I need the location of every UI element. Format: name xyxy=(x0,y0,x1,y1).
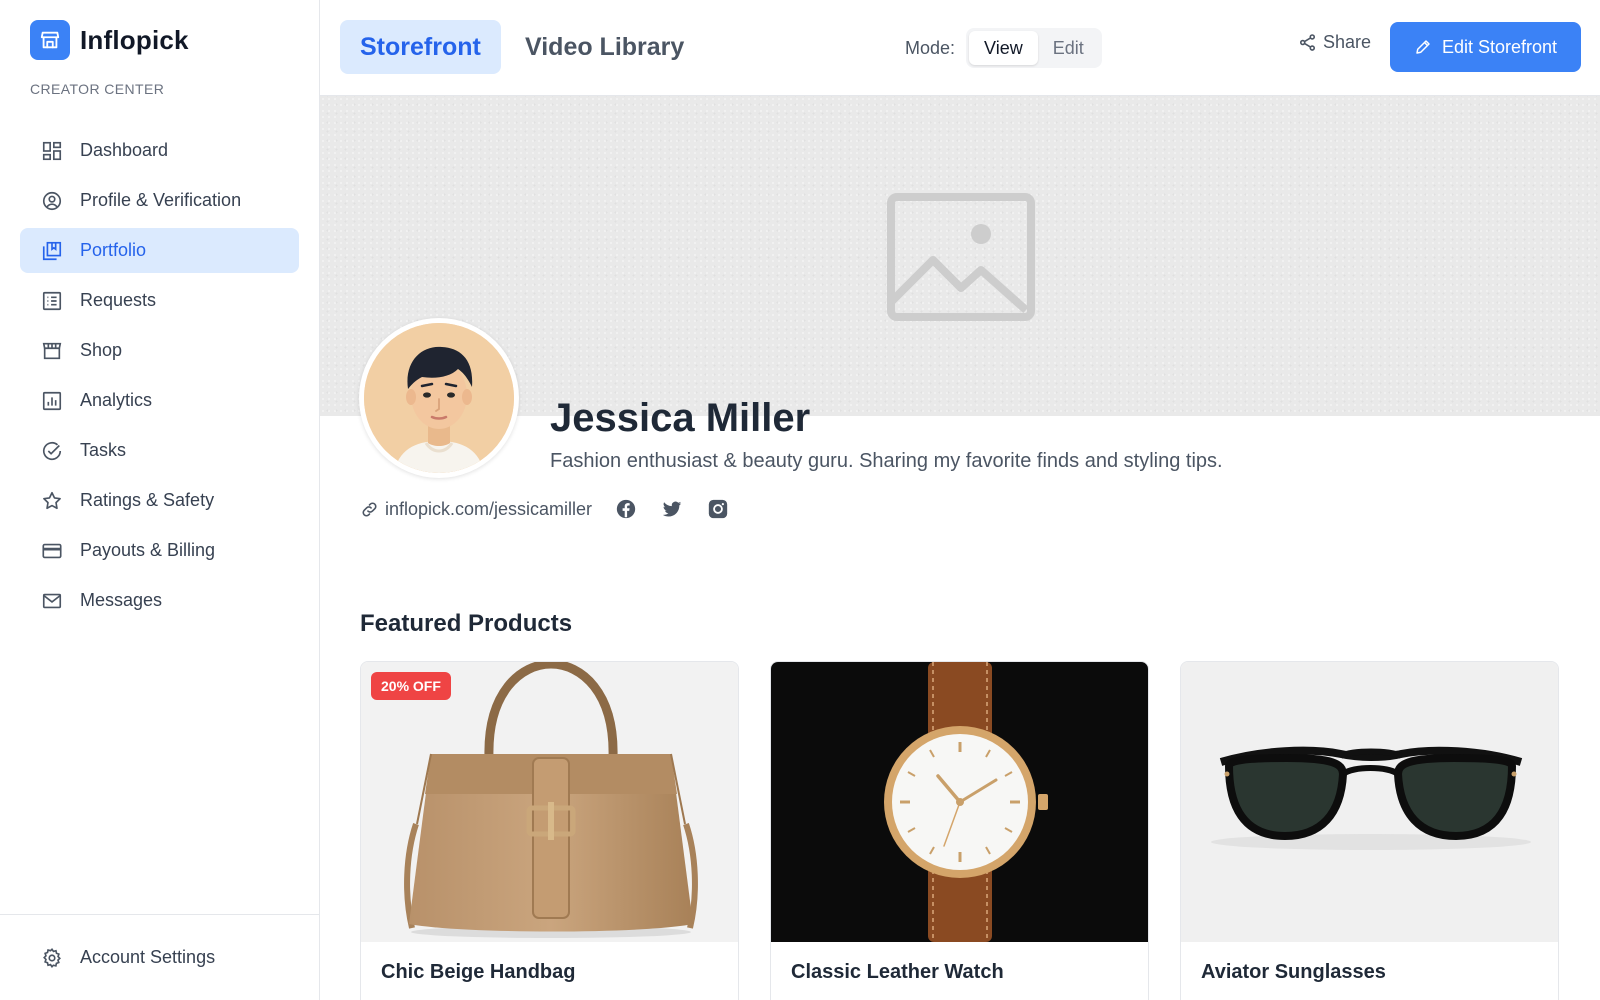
sidebar: Inflopick CREATOR CENTER Dashboard Profi… xyxy=(0,0,320,1000)
mode-label: Mode: xyxy=(905,37,956,58)
mode-view-button[interactable]: View xyxy=(969,31,1038,65)
share-icon xyxy=(1298,33,1317,52)
store-logo-icon xyxy=(30,20,70,60)
portfolio-icon xyxy=(40,239,64,263)
link-icon xyxy=(360,500,379,519)
product-title: Aviator Sunglasses xyxy=(1201,961,1386,983)
sidebar-item-label: Payouts & Billing xyxy=(80,540,216,560)
sidebar-item-shop[interactable]: Shop xyxy=(20,328,299,373)
sidebar-item-label: Messages xyxy=(80,590,163,610)
sidebar-item-messages[interactable]: Messages xyxy=(20,578,299,623)
storefront-main: Jessica Miller Fashion enthusiast & beau… xyxy=(320,96,1600,1000)
avatar[interactable] xyxy=(359,318,519,478)
dashboard-icon xyxy=(40,139,64,163)
sidebar-item-analytics[interactable]: Analytics xyxy=(20,378,299,423)
featured-products-title: Featured Products xyxy=(360,610,573,637)
mode-edit-button[interactable]: Edit xyxy=(1038,31,1099,65)
sidebar-item-portfolio[interactable]: Portfolio xyxy=(20,228,299,273)
tab-video-library[interactable]: Video Library xyxy=(505,20,704,74)
profile-url-link[interactable]: inflopick.com/jessicamiller xyxy=(360,499,592,520)
profile-name: Jessica Miller xyxy=(550,396,811,440)
sidebar-item-requests[interactable]: Requests xyxy=(20,278,299,323)
sidebar-item-dashboard[interactable]: Dashboard xyxy=(20,128,299,173)
image-placeholder-icon xyxy=(886,192,1036,327)
profile-bio: Fashion enthusiast & beauty guru. Sharin… xyxy=(550,450,1223,472)
account-settings-button[interactable]: Account Settings xyxy=(20,935,299,980)
star-icon xyxy=(40,489,64,513)
brand-name: Inflopick xyxy=(80,24,189,55)
instagram-icon[interactable] xyxy=(706,497,730,521)
sidebar-item-label: Dashboard xyxy=(80,140,169,160)
sidebar-item-label: Tasks xyxy=(80,440,127,460)
avatar-illustration xyxy=(364,323,514,473)
credit-card-icon xyxy=(40,539,64,563)
tab-storefront[interactable]: Storefront xyxy=(340,20,501,74)
sidebar-item-label: Requests xyxy=(80,290,157,310)
brand[interactable]: Inflopick xyxy=(30,20,189,60)
account-settings-label: Account Settings xyxy=(80,947,216,967)
share-label: Share xyxy=(1323,32,1372,52)
twitter-icon[interactable] xyxy=(660,497,684,521)
product-grid: 20% OFF Chic Beige Handbag Classic Leath… xyxy=(360,661,1559,1000)
mail-icon xyxy=(40,589,64,613)
sidebar-footer: Account Settings xyxy=(0,914,319,1000)
product-card[interactable]: 20% OFF Chic Beige Handbag xyxy=(360,661,739,1000)
product-image-handbag: 20% OFF xyxy=(361,662,738,942)
sidebar-nav: Dashboard Profile & Verification Portfol… xyxy=(20,128,299,628)
product-title: Chic Beige Handbag xyxy=(381,961,576,983)
user-circle-icon xyxy=(40,189,64,213)
pencil-icon xyxy=(1414,38,1432,56)
sidebar-item-label: Profile & Verification xyxy=(80,190,242,210)
bar-chart-icon xyxy=(40,389,64,413)
sidebar-item-label: Shop xyxy=(80,340,123,360)
discount-badge: 20% OFF xyxy=(371,672,451,700)
sidebar-item-ratings[interactable]: Ratings & Safety xyxy=(20,478,299,523)
mode-switch: Mode: View Edit xyxy=(905,28,1102,68)
top-bar: Storefront Video Library Mode: View Edit… xyxy=(320,0,1600,96)
check-circle-icon xyxy=(40,439,64,463)
profile-links: inflopick.com/jessicamiller xyxy=(360,497,730,521)
product-title: Classic Leather Watch xyxy=(791,961,1004,983)
profile-url-text: inflopick.com/jessicamiller xyxy=(385,498,593,519)
section-label: CREATOR CENTER xyxy=(30,81,165,97)
edit-storefront-button[interactable]: Edit Storefront xyxy=(1390,22,1581,72)
store-icon xyxy=(40,339,64,363)
list-icon xyxy=(40,289,64,313)
product-card[interactable]: Aviator Sunglasses xyxy=(1180,661,1559,1000)
product-image-watch xyxy=(771,662,1148,942)
product-image-sunglasses xyxy=(1181,662,1558,942)
gear-icon xyxy=(40,946,64,970)
edit-storefront-label: Edit Storefront xyxy=(1441,36,1558,57)
product-card[interactable]: Classic Leather Watch xyxy=(770,661,1149,1000)
sidebar-item-label: Portfolio xyxy=(80,240,147,260)
sidebar-item-label: Ratings & Safety xyxy=(80,490,215,510)
facebook-icon[interactable] xyxy=(614,497,638,521)
sidebar-item-tasks[interactable]: Tasks xyxy=(20,428,299,473)
share-button[interactable]: Share xyxy=(1298,32,1371,53)
sidebar-item-profile[interactable]: Profile & Verification xyxy=(20,178,299,223)
mode-segmented-control: View Edit xyxy=(966,28,1102,68)
sidebar-item-label: Analytics xyxy=(80,390,153,410)
sidebar-item-payouts[interactable]: Payouts & Billing xyxy=(20,528,299,573)
